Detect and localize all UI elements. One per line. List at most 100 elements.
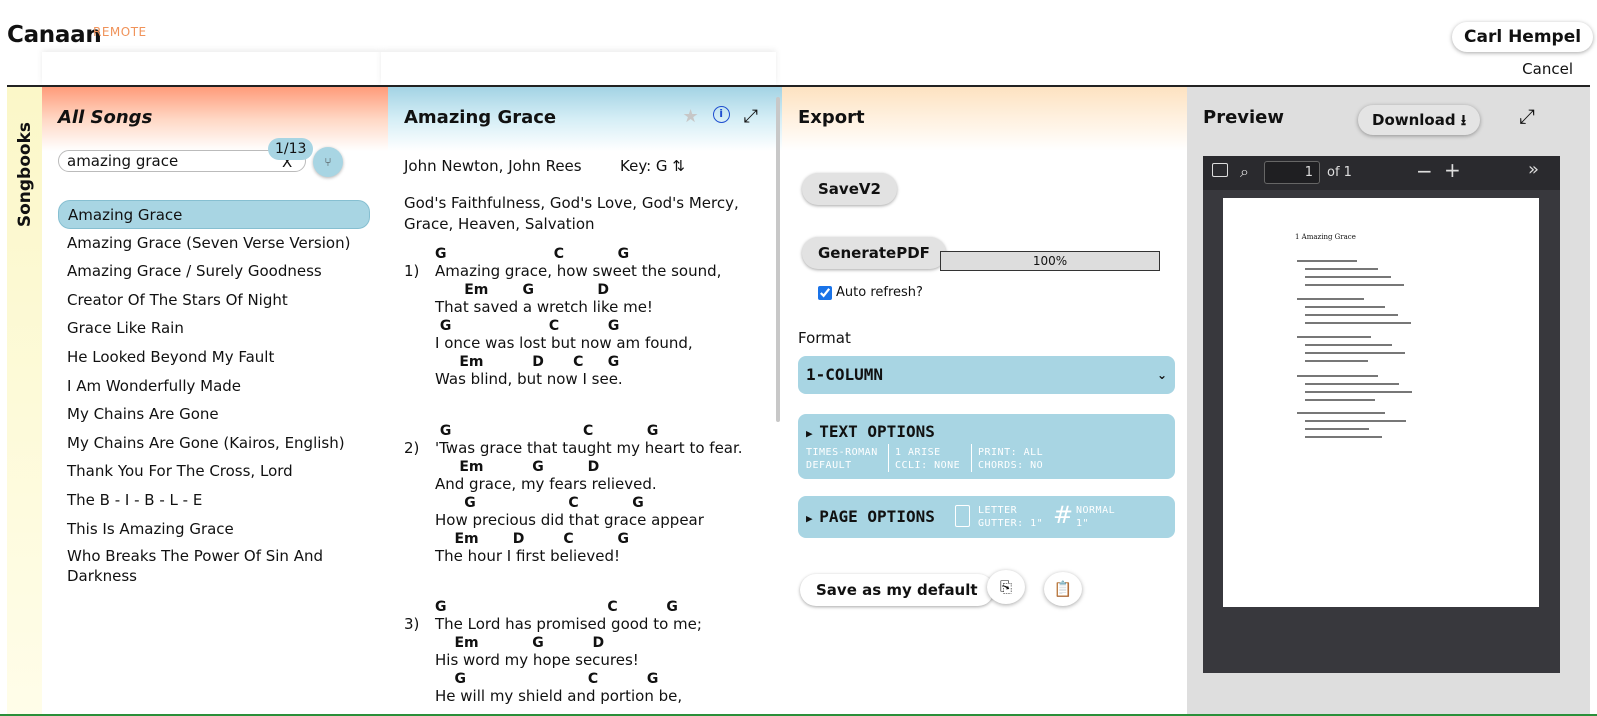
zoom-in-icon[interactable]: + xyxy=(1444,158,1461,182)
page-options-panel[interactable]: ▶ PAGE OPTIONS LETTER GUTTER: 1" # NORMAL… xyxy=(798,496,1175,538)
format-select[interactable]: 1-COLUMN ⌄ xyxy=(798,356,1175,394)
chord-line: G C G xyxy=(435,423,659,439)
songbooks-label[interactable]: Songbooks xyxy=(15,122,35,227)
fork-icon[interactable]: ⑂ xyxy=(313,147,343,177)
song-list-item[interactable]: He Looked Beyond My Fault xyxy=(58,343,370,372)
lyric-text: Was blind, but now I see. xyxy=(435,370,623,388)
pdf-viewer[interactable]: ⌕ 1 of 1 − + » 1 Amazing Grace xyxy=(1203,156,1560,673)
scrollbar[interactable] xyxy=(776,97,780,422)
verse-number: 3) xyxy=(404,615,420,633)
song-list: Amazing Grace Amazing Grace (Seven Verse … xyxy=(58,200,370,591)
song-list-item[interactable]: This Is Amazing Grace xyxy=(58,515,370,544)
export-panel: Export SaveV2 GeneratePDF 100% Auto refr… xyxy=(782,87,1187,716)
verse-number: 2) xyxy=(404,439,420,457)
arise-value: 1 ARISE xyxy=(895,447,941,458)
lyric-line: G C G Amazing grace, how sweet the sound, xyxy=(435,246,764,282)
pdf-line xyxy=(1297,412,1385,414)
triangle-right-icon: ▶ xyxy=(806,427,820,440)
page-icon xyxy=(955,505,970,527)
lyric-line: Em G D That saved a wretch like me! xyxy=(435,282,764,318)
page-number-input[interactable]: 1 xyxy=(1264,161,1320,184)
pdf-line xyxy=(1305,284,1404,286)
save-v2-button[interactable]: SaveV2 xyxy=(802,173,897,205)
user-menu-button[interactable]: Carl Hempel xyxy=(1452,22,1594,52)
lyric-text: How precious did that grace appear xyxy=(435,511,704,529)
pdf-line xyxy=(1305,314,1398,316)
pdf-line xyxy=(1305,322,1411,324)
copy-settings-icon[interactable]: ⎘ xyxy=(987,570,1025,604)
chord-line: Em G D xyxy=(435,459,600,475)
song-list-item[interactable]: The B - I - B - L - E xyxy=(58,486,370,515)
text-options-panel[interactable]: ▶ TEXT OPTIONS TIMES-ROMAN DEFAULT 1 ARIS… xyxy=(798,414,1175,479)
song-list-item[interactable]: Amazing Grace xyxy=(58,200,370,229)
margin-value: NORMAL xyxy=(1076,505,1116,516)
chord-line: G C G xyxy=(435,599,678,615)
song-list-item[interactable]: I Am Wonderfully Made xyxy=(58,372,370,401)
pdf-line xyxy=(1305,276,1391,278)
tab-stub-song xyxy=(381,52,776,86)
song-list-item[interactable]: My Chains Are Gone (Kairos, English) xyxy=(58,429,370,458)
pdf-line xyxy=(1305,268,1378,270)
key-control[interactable]: Key: G ⇅ xyxy=(620,157,685,175)
pdf-page: 1 Amazing Grace xyxy=(1223,198,1539,607)
auto-refresh-checkbox[interactable] xyxy=(818,285,832,300)
download-button[interactable]: Download ⭳ xyxy=(1358,105,1481,135)
pdf-line xyxy=(1305,383,1399,385)
song-list-item[interactable]: My Chains Are Gone xyxy=(58,400,370,429)
verse: 3) G C G The Lord has promised good to me;… xyxy=(404,599,764,707)
preview-title: Preview xyxy=(1203,107,1285,128)
song-list-item[interactable]: Grace Like Rain xyxy=(58,314,370,343)
pdf-line xyxy=(1305,420,1406,422)
expand-icon[interactable]: ⤢ xyxy=(1519,104,1535,128)
verse: 1) G C G Amazing grace, how sweet the soun… xyxy=(404,246,764,390)
tab-stub-list xyxy=(42,52,381,86)
pdf-doc-title: 1 Amazing Grace xyxy=(1295,233,1356,241)
song-list-item[interactable]: Amazing Grace (Seven Verse Version) xyxy=(58,229,370,258)
verse: 2) G C G 'Twas grace that taught my heart… xyxy=(404,423,764,567)
lyric-line: Em G D His word my hope secures! xyxy=(435,635,764,671)
transpose-icon[interactable]: ⇅ xyxy=(672,157,685,175)
font-style-value: DEFAULT xyxy=(806,460,852,471)
star-icon[interactable]: ★ xyxy=(682,106,698,127)
page-count: of 1 xyxy=(1327,165,1352,180)
songbooks-sidebar[interactable]: Songbooks xyxy=(7,87,42,716)
lyric-line: G C GI once was lost but now am found, xyxy=(435,318,764,354)
sidebar-toggle-icon[interactable] xyxy=(1212,163,1228,177)
pdf-line xyxy=(1305,436,1382,438)
pdf-line xyxy=(1297,298,1364,300)
ccli-value: CCLI: NONE xyxy=(895,460,961,471)
song-list-panel: All Songs amazing grace X 1/13 ⑂ Amazing… xyxy=(42,87,388,716)
key-label: Key: G xyxy=(620,157,668,175)
expand-icon[interactable]: ⤢ xyxy=(744,106,758,127)
zoom-out-icon[interactable]: − xyxy=(1416,159,1433,183)
song-list-item[interactable]: Who Breaks The Power Of Sin And Darkness xyxy=(58,543,370,591)
song-list-item[interactable]: Thank You For The Cross, Lord xyxy=(58,457,370,486)
lyric-text: The Lord has promised good to me; xyxy=(435,615,702,633)
chord-line: G C G xyxy=(435,246,630,262)
print-value: PRINT: ALL xyxy=(978,447,1044,458)
triangle-right-icon: ▶ xyxy=(806,512,820,525)
clipboard-icon[interactable]: 📋 xyxy=(1044,572,1082,606)
auto-refresh-toggle[interactable]: Auto refresh? xyxy=(818,285,923,300)
search-icon[interactable]: ⌕ xyxy=(1240,162,1249,182)
chord-line: Em D C G xyxy=(435,354,620,370)
song-list-item[interactable]: Creator Of The Stars Of Night xyxy=(58,286,370,315)
pdf-line xyxy=(1297,375,1378,377)
cancel-link[interactable]: Cancel xyxy=(1522,60,1573,78)
generate-pdf-button[interactable]: GeneratePDF xyxy=(802,237,946,269)
lyric-line: Em D C G Was blind, but now I see. xyxy=(435,354,764,390)
format-value: 1-COLUMN xyxy=(806,365,884,384)
chords-value: CHORDS: NO xyxy=(978,460,1044,471)
app-brand-sub: REMOTE xyxy=(93,25,147,39)
gutter-value: GUTTER: 1" xyxy=(978,518,1044,529)
auto-refresh-label: Auto refresh? xyxy=(836,285,923,300)
lyric-text: The hour I first believed! xyxy=(435,547,621,565)
more-tools-icon[interactable]: » xyxy=(1528,159,1539,180)
info-icon[interactable]: i xyxy=(712,106,730,123)
margin-icon: # xyxy=(1053,501,1074,529)
pdf-line xyxy=(1305,344,1392,346)
save-default-button[interactable]: Save as my default xyxy=(800,574,994,606)
song-list-item[interactable]: Amazing Grace / Surely Goodness xyxy=(58,257,370,286)
lyric-line: G C G How precious did that grace appear xyxy=(435,495,764,531)
song-title: Amazing Grace xyxy=(404,107,557,128)
